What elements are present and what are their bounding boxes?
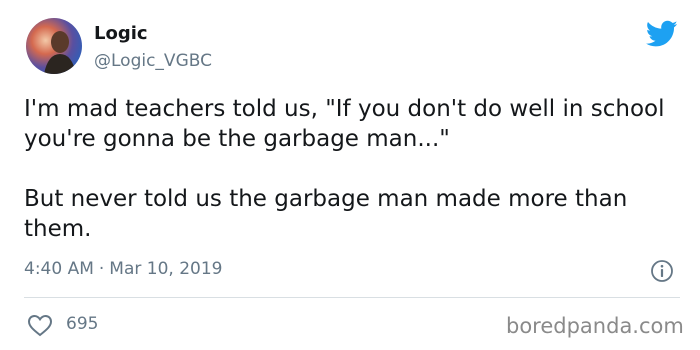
tweet-text: I'm mad teachers told us, "If you don't … [24, 94, 674, 244]
author-handle[interactable]: @Logic_VGBC [94, 51, 212, 71]
tweet-paragraph: I'm mad teachers told us, "If you don't … [24, 96, 665, 152]
tweet-date[interactable]: Mar 10, 2019 [109, 259, 222, 279]
avatar[interactable] [26, 18, 82, 74]
heart-icon[interactable] [27, 314, 53, 337]
info-icon[interactable] [650, 259, 674, 283]
author-name[interactable]: Logic [94, 23, 148, 44]
watermark: boredpanda.com [506, 314, 684, 338]
tweet-paragraph: But never told us the garbage man made m… [24, 186, 628, 242]
divider [24, 297, 680, 298]
twitter-bird-icon[interactable] [646, 20, 678, 48]
tweet-time[interactable]: 4:40 AM [24, 259, 94, 279]
timestamp-separator: · [98, 259, 105, 279]
tweet-timestamp[interactable]: 4:40 AM · Mar 10, 2019 [24, 259, 222, 279]
like-count: 695 [66, 314, 99, 334]
